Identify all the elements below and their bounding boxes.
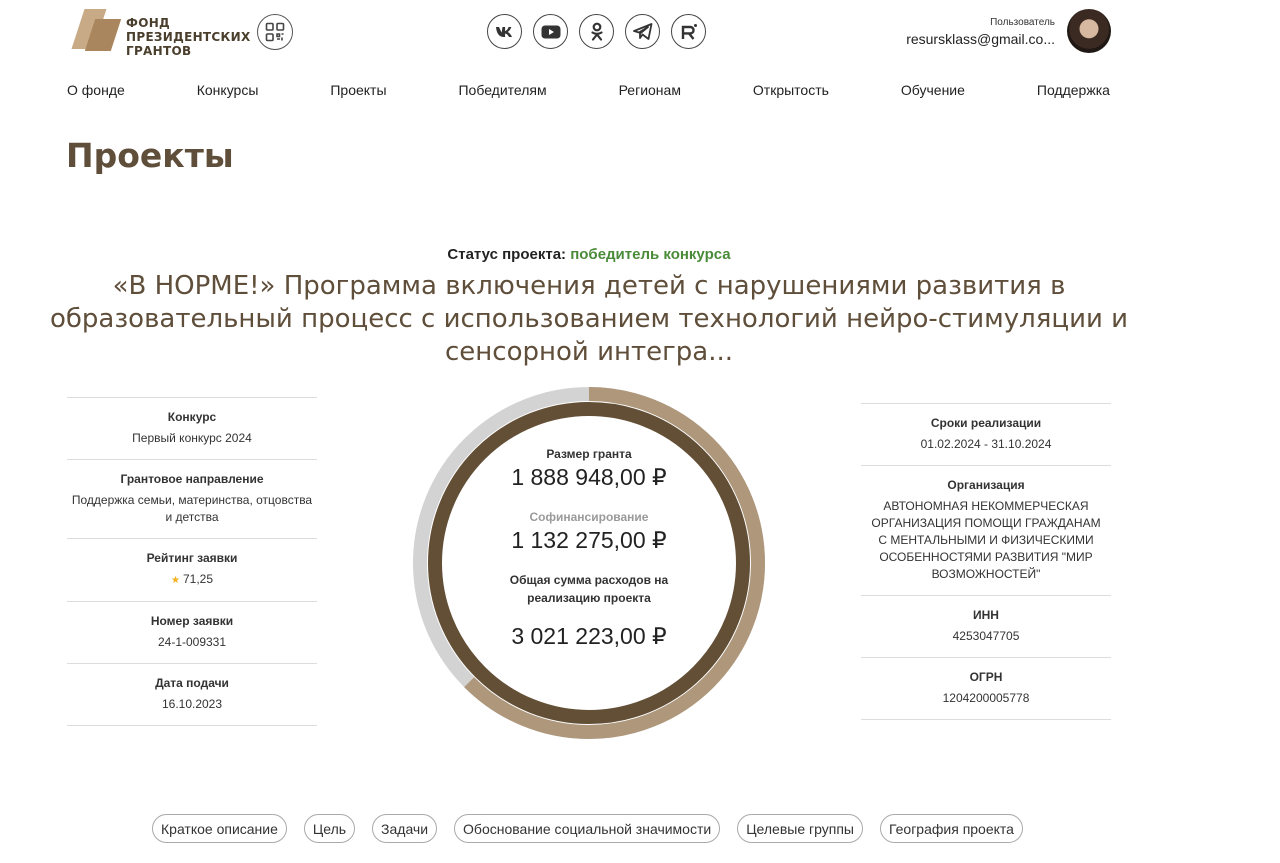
telegram-link[interactable]	[625, 14, 660, 49]
status-label: Статус проекта:	[447, 246, 567, 263]
rutube-link[interactable]	[671, 14, 706, 49]
nav-item-regions[interactable]: Регионам	[619, 82, 681, 98]
project-tabs: Краткое описание Цель Задачи Обоснование…	[152, 814, 1023, 843]
main-nav: О фонде Конкурсы Проекты Победителям Рег…	[67, 82, 1110, 98]
logo-line: ФОНД	[126, 16, 171, 30]
tab-goal[interactable]: Цель	[303, 814, 356, 843]
info-label: Дата подачи	[155, 676, 229, 690]
info-label: Конкурс	[167, 410, 217, 424]
info-item-inn: ИНН 4253047705	[861, 595, 1111, 657]
user-email[interactable]: resursklass@gmail.co...	[906, 31, 1055, 47]
qr-code-button[interactable]	[257, 14, 293, 50]
info-label: ИНН	[973, 608, 999, 622]
social-links	[487, 14, 706, 49]
page-title: Проекты	[66, 136, 234, 175]
info-label: ОГРН	[969, 670, 1003, 684]
info-item-direction: Грантовое направление Поддержка семьи, м…	[67, 459, 317, 538]
logo-line: ПРЕЗИДЕНТСКИХ	[126, 30, 251, 44]
info-item-period: Сроки реализации 01.02.2024 - 31.10.2024	[861, 403, 1111, 465]
grant-label: Размер гранта	[546, 447, 632, 461]
info-item-submission-date: Дата подачи 16.10.2023	[67, 663, 317, 726]
user-info[interactable]: Пользователь resursklass@gmail.co...	[906, 17, 1055, 47]
logo-mark-icon	[71, 9, 122, 53]
nav-item-winners[interactable]: Победителям	[458, 82, 546, 98]
odnoklassniki-icon	[590, 22, 603, 41]
cofinance-value: 1 132 275,00 ₽	[511, 527, 667, 553]
cofinance-label: Софинансирование	[529, 510, 649, 524]
info-label: Рейтинг заявки	[146, 551, 238, 565]
star-icon: ★	[171, 575, 180, 586]
info-value: 01.02.2024 - 31.10.2024	[920, 437, 1052, 451]
tab-geography[interactable]: География проекта	[879, 814, 1023, 843]
rutube-icon	[681, 23, 697, 40]
info-label: Номер заявки	[150, 614, 234, 628]
info-value-row: ★ 71,25	[67, 571, 317, 589]
info-value: 16.10.2023	[161, 697, 223, 711]
info-item-contest: Конкурс Первый конкурс 2024	[67, 397, 317, 459]
info-label: Организация	[947, 478, 1025, 492]
info-value: 24-1-009331	[157, 635, 227, 649]
nav-item-education[interactable]: Обучение	[901, 82, 965, 98]
vk-icon	[495, 26, 512, 37]
info-value: Первый конкурс 2024	[132, 431, 252, 445]
info-item-rating: Рейтинг заявки ★ 71,25	[67, 538, 317, 601]
tab-social-significance[interactable]: Обоснование социальной значимости	[454, 814, 721, 843]
info-label: Сроки реализации	[930, 416, 1042, 430]
qr-code-icon	[265, 22, 285, 42]
total-label: Общая сумма расходов на реализацию проек…	[509, 573, 669, 605]
donut-text: Размер гранта 1 888 948,00 ₽ Софинансиро…	[409, 383, 769, 743]
info-value: 71,25	[182, 572, 213, 586]
status-value: победитель конкурса	[570, 246, 731, 263]
youtube-link[interactable]	[533, 14, 568, 49]
info-value: 4253047705	[952, 629, 1020, 643]
tab-short-description[interactable]: Краткое описание	[152, 814, 287, 843]
finance-donut: Размер гранта 1 888 948,00 ₽ Софинансиро…	[409, 383, 769, 743]
tab-target-groups[interactable]: Целевые группы	[737, 814, 863, 843]
nav-item-about[interactable]: О фонде	[67, 82, 125, 98]
project-title: «В НОРМЕ!» Программа включения детей с н…	[49, 271, 1129, 367]
logo[interactable]: ФОНД ПРЕЗИДЕНТСКИХ ГРАНТОВ	[71, 4, 251, 58]
grant-value: 1 888 948,00 ₽	[511, 464, 667, 490]
info-value: АВТОНОМНАЯ НЕКОММЕРЧЕСКАЯ ОРГАНИЗАЦИЯ ПО…	[871, 499, 1101, 581]
vk-link[interactable]	[487, 14, 522, 49]
info-item-application-number: Номер заявки 24-1-009331	[67, 601, 317, 663]
info-item-ogrn: ОГРН 1204200005778	[861, 657, 1111, 720]
nav-item-support[interactable]: Поддержка	[1037, 82, 1110, 98]
youtube-icon	[541, 25, 560, 38]
nav-item-projects[interactable]: Проекты	[330, 82, 386, 98]
tab-tasks[interactable]: Задачи	[372, 814, 438, 843]
nav-item-openness[interactable]: Открытость	[753, 82, 829, 98]
odnoklassniki-link[interactable]	[579, 14, 614, 49]
logo-line: ГРАНТОВ	[126, 44, 192, 58]
info-value: Поддержка семьи, материнства, отцовства …	[71, 493, 313, 524]
info-value: 1204200005778	[942, 691, 1030, 705]
avatar[interactable]	[1067, 9, 1111, 53]
user-label: Пользователь	[990, 17, 1055, 28]
right-info-column: Сроки реализации 01.02.2024 - 31.10.2024…	[861, 403, 1111, 720]
total-value: 3 021 223,00 ₽	[511, 623, 667, 649]
project-status: Статус проекта: победитель конкурса	[0, 246, 1178, 263]
nav-item-contests[interactable]: Конкурсы	[197, 82, 259, 98]
telegram-icon	[632, 23, 652, 40]
left-info-column: Конкурс Первый конкурс 2024 Грантовое на…	[67, 397, 317, 726]
info-label: Грантовое направление	[120, 472, 264, 486]
info-item-organization: Организация АВТОНОМНАЯ НЕКОММЕРЧЕСКАЯ ОР…	[861, 465, 1111, 595]
logo-text: ФОНД ПРЕЗИДЕНТСКИХ ГРАНТОВ	[126, 16, 251, 58]
